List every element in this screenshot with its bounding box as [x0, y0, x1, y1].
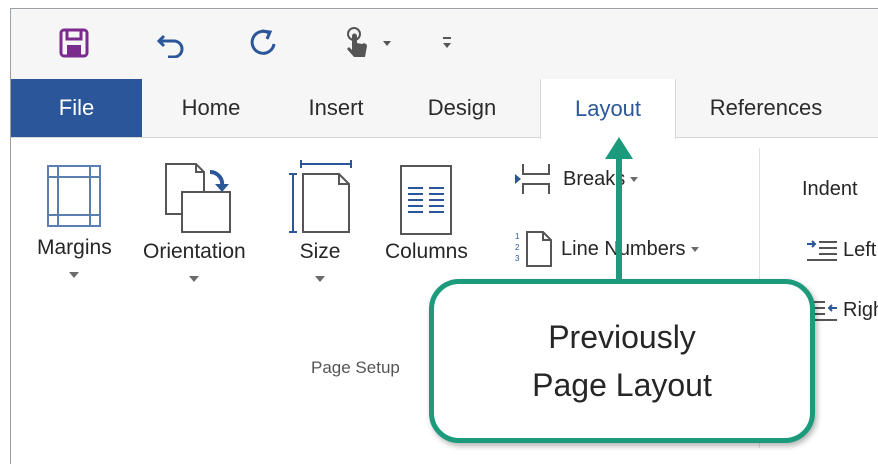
orientation-button[interactable]: Orientation — [143, 160, 246, 282]
quick-access-toolbar — [11, 9, 878, 79]
save-icon[interactable] — [56, 23, 92, 63]
line-numbers-icon: 1 2 3 — [515, 231, 552, 267]
indent-left-field[interactable]: Left — [805, 238, 876, 262]
svg-text:2: 2 — [515, 243, 520, 252]
columns-button[interactable]: Columns — [385, 164, 468, 264]
indent-heading: Indent — [802, 178, 858, 200]
tab-layout[interactable]: Layout — [540, 79, 676, 139]
tab-insert[interactable]: Insert — [281, 79, 391, 137]
indent-right-label: Right — [843, 298, 878, 321]
callout-line-1: Previously — [548, 319, 696, 355]
indent-left-icon — [807, 240, 837, 261]
size-button[interactable]: Size — [287, 160, 353, 282]
margins-button[interactable]: Margins — [37, 164, 112, 278]
columns-label: Columns — [385, 240, 468, 263]
callout-line-2: Page Layout — [532, 367, 712, 403]
columns-icon — [400, 165, 453, 235]
margins-dropdown-icon[interactable] — [69, 272, 80, 278]
svg-text:3: 3 — [515, 254, 520, 263]
line-numbers-dropdown-icon[interactable] — [690, 246, 699, 252]
page-setup-group-label: Page Setup — [311, 358, 400, 377]
tab-home[interactable]: Home — [151, 79, 271, 137]
word-window: File Home Insert Design Layout Reference… — [10, 8, 878, 464]
ribbon-tabs: File Home Insert Design Layout Reference… — [11, 79, 878, 139]
undo-icon[interactable] — [153, 23, 189, 63]
touch-mode-dropdown-icon[interactable] — [383, 40, 391, 46]
redo-icon[interactable] — [245, 23, 281, 63]
touch-mode-icon[interactable] — [337, 23, 397, 63]
arrow-icon — [605, 137, 633, 283]
tab-file[interactable]: File — [11, 79, 142, 137]
callout-box: Previously Page Layout — [429, 279, 815, 443]
indent-right-field[interactable]: Right — [805, 298, 878, 322]
orientation-icon — [165, 163, 232, 233]
orientation-label: Orientation — [143, 240, 246, 263]
margins-label: Margins — [37, 236, 112, 259]
svg-text:1: 1 — [515, 232, 520, 241]
orientation-dropdown-icon[interactable] — [189, 276, 200, 282]
size-dropdown-icon[interactable] — [315, 276, 325, 282]
size-icon — [289, 160, 352, 233]
customize-toolbar-icon[interactable] — [437, 23, 457, 63]
indent-left-label: Left — [843, 238, 877, 261]
size-label: Size — [299, 240, 341, 263]
margins-icon — [47, 165, 102, 227]
tab-references[interactable]: References — [691, 79, 841, 137]
breaks-icon — [515, 164, 550, 194]
tab-design[interactable]: Design — [403, 79, 521, 137]
